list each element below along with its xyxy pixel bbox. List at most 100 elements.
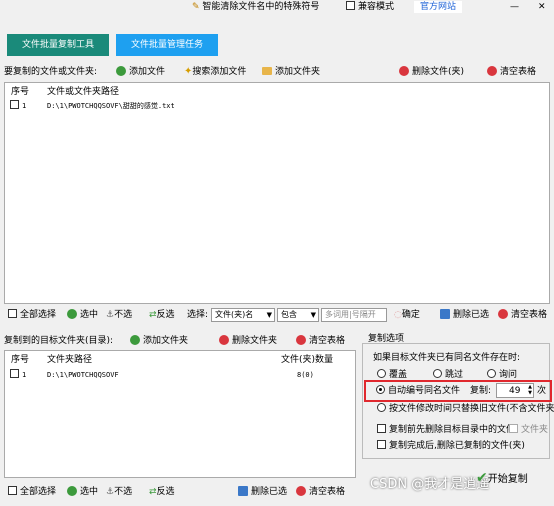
modify-time-radio[interactable]: 按文件修改时间只替换旧文件(不含文件夹) <box>377 403 554 415</box>
deselect-label: 不选 <box>114 487 133 497</box>
row-count: 8(0) <box>297 371 314 379</box>
title-bar: ✎ 智能清除文件名中的特殊符号 兼容模式 官方网站 — ✕ <box>0 0 554 14</box>
tab-batch-manage[interactable]: 文件批量管理任务 <box>116 34 218 56</box>
skip-label: 跳过 <box>445 370 464 380</box>
delete-folder-label: 删除文件夹 <box>232 336 278 346</box>
clear-icon <box>487 66 497 76</box>
radio-icon <box>376 385 385 394</box>
confirm-button[interactable]: ◌确定 <box>394 308 420 322</box>
add-file-button[interactable]: 添加文件 <box>116 65 165 79</box>
delete-icon <box>440 309 450 319</box>
plus-icon <box>130 335 140 345</box>
keyword-input[interactable]: 多词用|号隔开 <box>321 308 387 322</box>
start-copy-label: 开始复制 <box>487 474 528 485</box>
select-label: 选中 <box>80 487 99 497</box>
delete-selected-button[interactable]: 删除已选 <box>238 485 287 499</box>
delete-after-label: 复制完成后,删除已复制的文件(夹) <box>389 441 525 451</box>
select-all-checkbox[interactable]: 全部选择 <box>8 308 56 322</box>
clear-table-label: 清空表格 <box>500 67 537 77</box>
clear-table-label: 清空表格 <box>309 487 346 497</box>
delete-icon <box>238 486 248 496</box>
add-folder-label: 添加文件夹 <box>275 67 321 77</box>
match-select-value: 包含 <box>281 310 297 319</box>
folder-icon <box>262 67 272 75</box>
ask-label: 询问 <box>499 370 518 380</box>
auto-number-radio[interactable]: 自动编号同名文件 <box>376 385 460 397</box>
spinner-arrows-icon[interactable]: ▲ ▼ <box>528 384 532 396</box>
keyword-placeholder: 多词用|号隔开 <box>325 310 376 319</box>
minimize-button[interactable]: — <box>510 1 519 13</box>
plus-icon <box>116 66 126 76</box>
radio-icon <box>377 369 386 378</box>
add-folder-button[interactable]: 添加文件夹 <box>262 65 320 79</box>
table-row[interactable]: 1 <box>10 100 26 112</box>
deselect-button[interactable]: ⚓不选 <box>106 485 132 499</box>
tab-label: 文件批量复制工具 <box>21 40 94 50</box>
start-copy-button[interactable]: ✔开始复制 <box>476 470 528 486</box>
times-label: 次 <box>537 386 547 396</box>
add-folder-button[interactable]: 添加文件夹 <box>130 334 188 348</box>
clear-table-button[interactable]: 清空表格 <box>498 308 547 322</box>
official-site-link[interactable]: 官方网站 <box>414 1 462 13</box>
add-folder-label: 添加文件夹 <box>143 336 189 346</box>
clear-table-button[interactable]: 清空表格 <box>296 485 345 499</box>
col-path-header: 文件或文件夹路径 <box>47 87 120 97</box>
tool-link[interactable]: ✎ 智能清除文件名中的特殊符号 <box>192 1 319 13</box>
overwrite-label: 覆盖 <box>389 370 408 380</box>
eraser-icon: ◌ <box>394 310 402 320</box>
deselect-button[interactable]: ⚓不选 <box>106 308 132 322</box>
check-icon: ✔ <box>476 470 488 486</box>
minus-icon <box>399 66 409 76</box>
col-count-header: 文件(夹)数量 <box>281 355 334 365</box>
clear-table-label: 清空表格 <box>309 336 346 346</box>
target-label: 复制到的目标文件夹(目录): <box>4 336 114 346</box>
clear-table-button[interactable]: 清空表格 <box>487 65 536 79</box>
tab-label: 文件批量管理任务 <box>130 40 203 50</box>
clear-icon <box>296 486 306 496</box>
invert-button[interactable]: ⇄反选 <box>149 485 175 499</box>
checkbox-icon <box>377 440 386 449</box>
copy-count-spinner[interactable]: 49 ▲ ▼ <box>496 383 534 398</box>
delete-before-label: 复制前先删除目标目录中的文件 <box>389 425 516 435</box>
add-file-label: 添加文件 <box>129 67 166 77</box>
delete-selected-label: 删除已选 <box>251 487 288 497</box>
compat-mode-label: 兼容模式 <box>358 2 395 12</box>
delete-selected-button[interactable]: 删除已选 <box>440 308 489 322</box>
select-button[interactable]: 选中 <box>67 485 98 499</box>
delete-before-checkbox[interactable]: 复制前先删除目标目录中的文件 <box>377 424 515 436</box>
invert-label: 反选 <box>156 487 175 497</box>
search-add-file-button[interactable]: ✦搜索添加文件 <box>184 65 246 79</box>
modify-time-label: 按文件修改时间只替换旧文件(不含文件夹) <box>389 404 554 414</box>
delete-after-checkbox[interactable]: 复制完成后,删除已复制的文件(夹) <box>377 440 525 452</box>
row-path: D:\1\PWOTCHQQSOVF\甜甜的感觉.txt <box>47 102 175 110</box>
checkbox-icon[interactable] <box>10 369 19 378</box>
radio-icon <box>487 369 496 378</box>
same-name-label: 如果目标文件夹已有同名文件存在时: <box>373 353 521 363</box>
official-site-label: 官方网站 <box>420 2 457 12</box>
compat-mode-checkbox[interactable]: 兼容模式 <box>346 1 394 13</box>
clear-table-button[interactable]: 清空表格 <box>296 334 345 348</box>
select-all-checkbox[interactable]: 全部选择 <box>8 485 56 499</box>
chevron-down-icon: ▼ <box>266 311 272 319</box>
col-index-header: 序号 <box>11 355 30 365</box>
tab-batch-copy[interactable]: 文件批量复制工具 <box>7 34 109 56</box>
folder-option-checkbox[interactable]: 文件夹 <box>509 424 548 436</box>
table-row[interactable]: 1 <box>10 369 26 381</box>
select-button[interactable]: 选中 <box>67 308 98 322</box>
type-select-value: 文件(夹)名 <box>215 310 254 319</box>
invert-button[interactable]: ⇄反选 <box>149 308 175 322</box>
delete-folder-button[interactable]: 删除文件夹 <box>219 334 277 348</box>
type-select[interactable]: 文件(夹)名 ▼ <box>211 308 275 322</box>
invert-icon: ⇄ <box>149 487 157 497</box>
anchor-icon: ⚓ <box>106 487 115 497</box>
clear-table-label: 清空表格 <box>511 310 548 320</box>
confirm-label: 确定 <box>401 310 420 320</box>
check-icon <box>67 309 77 319</box>
close-icon[interactable]: ✕ <box>538 1 546 13</box>
match-select[interactable]: 包含 ▼ <box>277 308 319 322</box>
delete-file-button[interactable]: 删除文件(夹) <box>399 65 464 79</box>
target-table: 序号 文件夹路径 文件(夹)数量 1 D:\1\PWOTCHQQSOVF 8(0… <box>4 350 356 478</box>
checkbox-icon <box>346 1 355 10</box>
anchor-icon: ⚓ <box>106 310 115 320</box>
checkbox-icon[interactable] <box>10 100 19 109</box>
